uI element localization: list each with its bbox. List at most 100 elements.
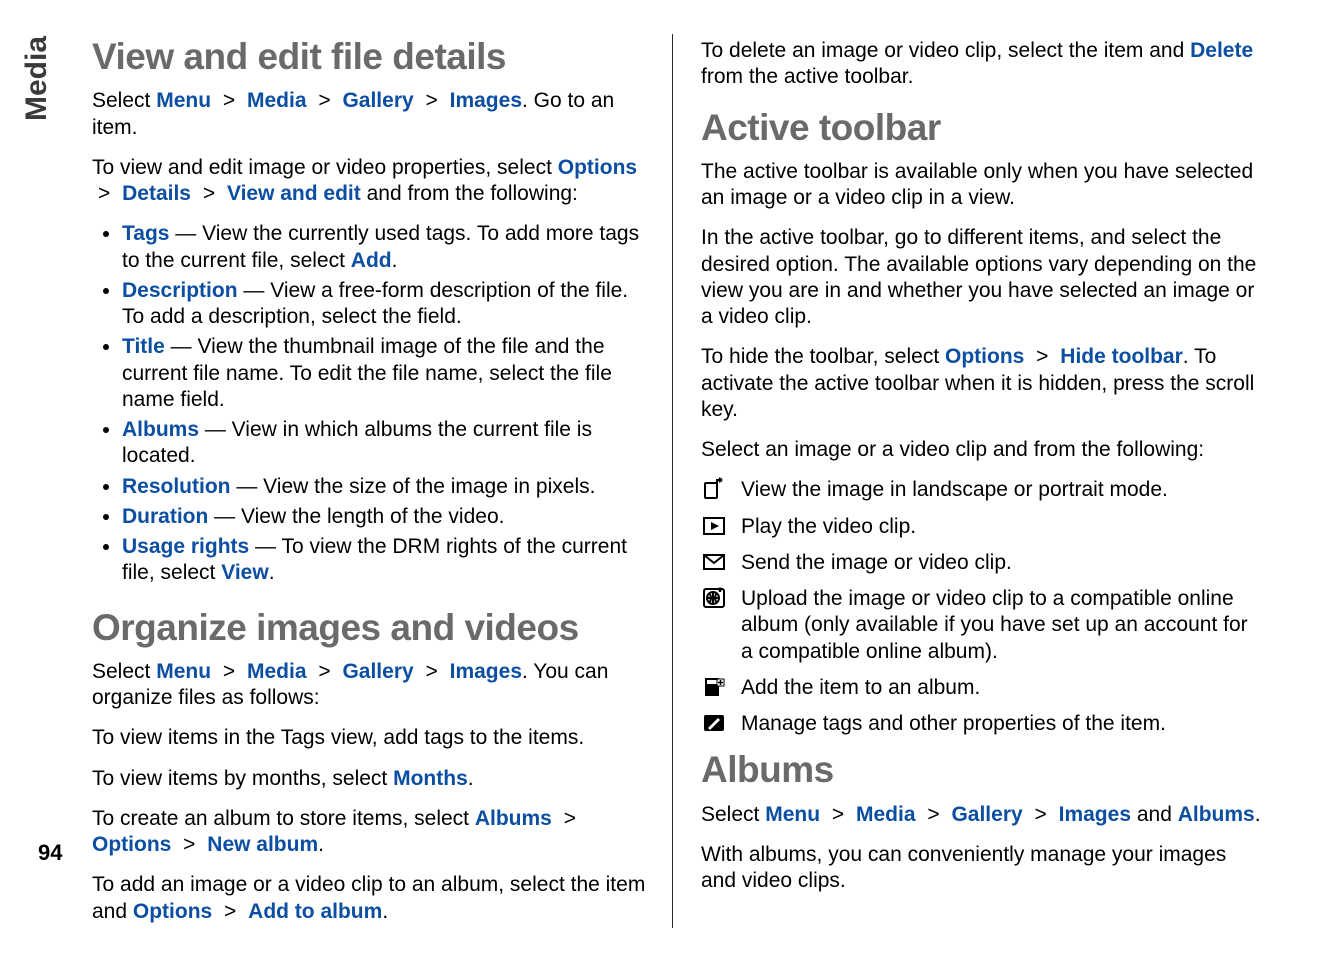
nav-media: Media bbox=[247, 89, 307, 112]
breadcrumb-sep: > bbox=[223, 660, 235, 683]
term-albums: Albums bbox=[1178, 803, 1255, 826]
text: . bbox=[1255, 803, 1261, 826]
para-create-album: To create an album to store items, selec… bbox=[92, 806, 652, 859]
nav-media: Media bbox=[856, 803, 916, 826]
breadcrumb-sep: > bbox=[224, 900, 236, 923]
nav-gallery: Gallery bbox=[342, 660, 413, 683]
para-albums-desc: With albums, you can conveniently manage… bbox=[701, 842, 1261, 895]
text: . bbox=[392, 249, 398, 272]
list-item-description: Description — View a free-form descripti… bbox=[122, 278, 652, 331]
term-description: Description bbox=[122, 279, 238, 302]
page-number: 94 bbox=[38, 840, 62, 866]
text: To create an album to store items, selec… bbox=[92, 807, 475, 830]
globe-upload-icon bbox=[701, 586, 727, 610]
left-column: View and edit file details Select Menu >… bbox=[70, 30, 672, 934]
toolbar-row-upload: Upload the image or video clip to a comp… bbox=[701, 586, 1261, 665]
term-options: Options bbox=[92, 833, 171, 856]
text: and bbox=[1131, 803, 1178, 826]
text: from the active toolbar. bbox=[701, 65, 913, 88]
text: . bbox=[269, 561, 275, 584]
breadcrumb-sep: > bbox=[927, 803, 939, 826]
text: Manage tags and other properties of the … bbox=[741, 711, 1261, 737]
text: Send the image or video clip. bbox=[741, 550, 1261, 576]
term-tags: Tags bbox=[122, 222, 169, 245]
term-duration: Duration bbox=[122, 505, 208, 528]
para-at-1: The active toolbar is available only whe… bbox=[701, 159, 1261, 212]
para-at-2: In the active toolbar, go to different i… bbox=[701, 225, 1261, 330]
term-months: Months bbox=[393, 767, 468, 790]
text: Select bbox=[92, 660, 156, 683]
toolbar-row-edit-tags: Manage tags and other properties of the … bbox=[701, 711, 1261, 737]
term-usage-rights: Usage rights bbox=[122, 535, 249, 558]
envelope-icon bbox=[701, 550, 727, 574]
term-options: Options bbox=[133, 900, 212, 923]
term-add-to-album: Add to album bbox=[248, 900, 382, 923]
para-delete: To delete an image or video clip, select… bbox=[701, 38, 1261, 91]
term-view: View bbox=[221, 561, 268, 584]
detail-list: Tags — View the currently used tags. To … bbox=[92, 221, 652, 586]
breadcrumb-sep: > bbox=[318, 89, 330, 112]
term-new-album: New album bbox=[207, 833, 318, 856]
list-item-title: Title — View the thumbnail image of the … bbox=[122, 334, 652, 413]
toolbar-row-send: Send the image or video clip. bbox=[701, 550, 1261, 576]
breadcrumb-sep: > bbox=[98, 182, 110, 205]
breadcrumb-sep: > bbox=[564, 807, 576, 830]
para-hide-toolbar: To hide the toolbar, select Options > Hi… bbox=[701, 344, 1261, 423]
add-album-icon bbox=[701, 675, 727, 699]
page: Media View and edit file details Select … bbox=[0, 0, 1322, 954]
nav-menu: Menu bbox=[765, 803, 820, 826]
nav-path-1: Select Menu > Media > Gallery > Images. … bbox=[92, 88, 652, 141]
para-select-following: Select an image or a video clip and from… bbox=[701, 437, 1261, 463]
text: Play the video clip. bbox=[741, 514, 1261, 540]
text: To view items by months, select bbox=[92, 767, 393, 790]
nav-images: Images bbox=[450, 89, 522, 112]
nav-path-3: Select Menu > Media > Gallery > Images. … bbox=[92, 659, 652, 712]
text: — View the thumbnail image of the file a… bbox=[122, 335, 612, 411]
nav-path-2: To view and edit image or video properti… bbox=[92, 155, 652, 208]
term-hide-toolbar: Hide toolbar bbox=[1060, 345, 1183, 368]
breadcrumb-sep: > bbox=[426, 660, 438, 683]
heading-organize: Organize images and videos bbox=[92, 605, 652, 651]
nav-options: Options bbox=[558, 156, 637, 179]
term-title: Title bbox=[122, 335, 165, 358]
term-resolution: Resolution bbox=[122, 475, 231, 498]
toolbar-icon-list: View the image in landscape or portrait … bbox=[701, 477, 1261, 737]
list-item-resolution: Resolution — View the size of the image … bbox=[122, 474, 652, 500]
columns: View and edit file details Select Menu >… bbox=[70, 30, 1302, 934]
breadcrumb-sep: > bbox=[1035, 803, 1047, 826]
heading-view-edit: View and edit file details bbox=[92, 34, 652, 80]
text: — View the length of the video. bbox=[208, 505, 504, 528]
term-delete: Delete bbox=[1190, 39, 1253, 62]
term-add: Add bbox=[351, 249, 392, 272]
nav-media: Media bbox=[247, 660, 307, 683]
para-months: To view items by months, select Months. bbox=[92, 766, 652, 792]
text: To view and edit image or video properti… bbox=[92, 156, 558, 179]
text: . bbox=[468, 767, 474, 790]
text: To hide the toolbar, select bbox=[701, 345, 945, 368]
rotate-icon bbox=[701, 477, 727, 501]
nav-images: Images bbox=[1059, 803, 1131, 826]
text: . bbox=[382, 900, 388, 923]
heading-active-toolbar: Active toolbar bbox=[701, 105, 1261, 151]
text: View the image in landscape or portrait … bbox=[741, 477, 1261, 503]
text: — View the size of the image in pixels. bbox=[231, 475, 596, 498]
nav-path-albums: Select Menu > Media > Gallery > Images a… bbox=[701, 802, 1261, 828]
breadcrumb-sep: > bbox=[318, 660, 330, 683]
breadcrumb-sep: > bbox=[223, 89, 235, 112]
para-add-to-album: To add an image or a video clip to an al… bbox=[92, 872, 652, 925]
nav-details: Details bbox=[122, 182, 191, 205]
text: . bbox=[318, 833, 324, 856]
term-albums: Albums bbox=[122, 418, 199, 441]
nav-view-and-edit: View and edit bbox=[227, 182, 361, 205]
term-options: Options bbox=[945, 345, 1024, 368]
side-tab-media: Media bbox=[20, 30, 70, 934]
nav-gallery: Gallery bbox=[342, 89, 413, 112]
nav-menu: Menu bbox=[156, 89, 211, 112]
breadcrumb-sep: > bbox=[1036, 345, 1048, 368]
toolbar-row-add-album: Add the item to an album. bbox=[701, 675, 1261, 701]
text: Select bbox=[701, 803, 765, 826]
nav-gallery: Gallery bbox=[951, 803, 1022, 826]
para-tags-view: To view items in the Tags view, add tags… bbox=[92, 725, 652, 751]
edit-tag-icon bbox=[701, 711, 727, 735]
breadcrumb-sep: > bbox=[426, 89, 438, 112]
